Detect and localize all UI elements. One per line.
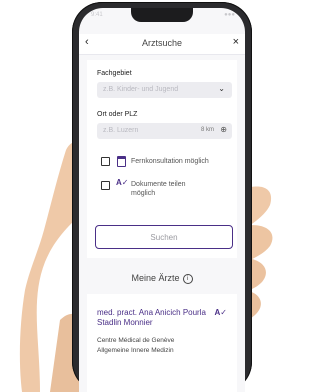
document-share-icon: A✓ [214,308,227,317]
teleconsult-checkbox[interactable] [101,157,110,166]
specialty-select[interactable]: z.B. Kinder- und Jugend ⌄ [97,82,232,98]
location-target-icon[interactable]: ⊕ [220,125,227,134]
chevron-down-icon: ⌄ [218,84,225,93]
radius-value[interactable]: 8 km [201,127,214,133]
calendar-icon [117,156,126,167]
document-share-icon: A✓ [116,178,129,187]
doctor-organization: Centre Médical de Genève [97,337,175,344]
info-icon[interactable]: i [182,273,193,284]
search-button[interactable]: Suchen [95,225,233,249]
doctor-specialty: Allgemeine Innere Medizin [97,347,174,354]
doctor-name[interactable]: med. pract. Ana Anicich Pourla Stadlin M… [97,308,212,328]
doctor-card[interactable]: med. pract. Ana Anicich Pourla Stadlin M… [87,294,237,392]
phone-notch [131,8,193,22]
close-icon[interactable]: × [233,36,239,48]
documents-checkbox[interactable] [101,181,110,190]
location-label: Ort oder PLZ [97,111,138,118]
teleconsult-option-label: Fernkonsultation möglich [131,158,209,165]
location-placeholder: z.B. Luzern [103,127,139,134]
my-doctors-heading: Meine Ärzte i [79,273,245,284]
location-input[interactable]: z.B. Luzern 8 km ⊕ [97,123,232,139]
search-button-label: Suchen [150,233,178,242]
specialty-label: Fachgebiet [97,70,132,77]
documents-option-label: Dokumente teilen möglich [131,181,186,197]
status-indicators: ●●● [224,12,235,18]
my-doctors-title: Meine Ärzte [131,273,180,283]
top-bar: ‹ Arztsuche × [79,34,245,55]
page-title: Arztsuche [141,38,183,48]
specialty-placeholder: z.B. Kinder- und Jugend [103,86,179,93]
status-time: 9:41 [91,12,103,18]
phone-screen: 9:41 ●●● ‹ Arztsuche × Fachgebiet z.B. K… [79,8,245,392]
